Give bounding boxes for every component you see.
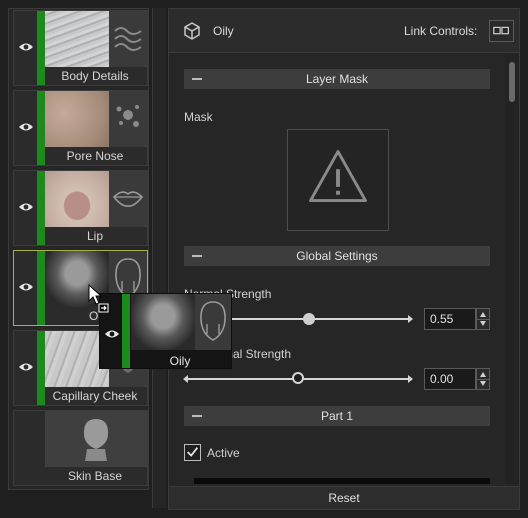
drag-ghost-name: Oily (169, 354, 191, 368)
reset-label: Reset (328, 491, 360, 505)
layer-name: Lip (86, 229, 103, 243)
visibility-eye-icon[interactable] (18, 121, 34, 133)
layer-name: Skin Base (67, 469, 123, 483)
visibility-eye-icon[interactable] (18, 201, 34, 213)
part1-preview-strip (194, 478, 490, 484)
detail-layers-icon (114, 27, 142, 51)
properties-panel: Oily Link Controls: Layer Mask Mask Glob… (168, 8, 520, 510)
spin-down-icon[interactable] (480, 381, 486, 386)
link-icon (493, 26, 509, 35)
layer-type-badge (109, 91, 147, 147)
layer-list-scrollbar[interactable] (152, 8, 166, 508)
visibility-eye-icon (105, 330, 119, 338)
section-layer-mask-header[interactable]: Layer Mask (184, 69, 490, 89)
layer-object-icon (184, 22, 200, 40)
body-details-thumbnail (45, 11, 109, 67)
second-strength-knob[interactable] (292, 372, 304, 384)
layer-color-bar (37, 91, 45, 165)
layer-type-badge (195, 294, 231, 350)
normal-strength-spinner[interactable] (476, 308, 490, 330)
normal-strength-input[interactable] (424, 308, 476, 330)
reset-button[interactable]: Reset (169, 486, 519, 509)
link-controls-label: Link Controls: (404, 24, 478, 38)
active-checkbox[interactable] (184, 444, 201, 461)
layer-item-body-details[interactable]: Body Details (13, 10, 148, 86)
active-label: Active (207, 446, 240, 460)
skin-layer-editor: Body Details Pore Nose Lip Oi Capillary … (0, 0, 528, 518)
spin-up-icon[interactable] (480, 372, 486, 377)
layer-name: Body Details (61, 69, 129, 83)
visibility-eye-icon[interactable] (18, 41, 34, 53)
mouse-cursor-icon (88, 284, 109, 313)
section-part1-header[interactable]: Part 1 (184, 406, 490, 426)
layer-type-badge (109, 171, 147, 227)
layer-list-panel: Body Details Pore Nose Lip Oi Capillary … (8, 8, 149, 490)
layer-color-bar (37, 331, 45, 405)
layer-name: Pore Nose (66, 149, 124, 163)
checkmark-icon (187, 447, 199, 457)
layer-color-bar (37, 11, 45, 85)
pores-icon (116, 105, 139, 127)
properties-header: Oily Link Controls: (169, 9, 519, 53)
second-strength-input[interactable] (424, 368, 476, 390)
skin-base-thumbnail (45, 411, 147, 467)
layer-color-bar (122, 294, 130, 368)
head-mask-icon (200, 301, 226, 341)
section-global-settings-header[interactable]: Global Settings (184, 246, 490, 266)
normal-strength-knob[interactable] (303, 313, 315, 325)
layer-color-bar (37, 171, 45, 245)
link-controls-button[interactable] (489, 20, 514, 42)
mask-image-slot[interactable] (287, 129, 389, 231)
section-title: Global Settings (296, 249, 378, 263)
slider-right-arrow-icon (408, 315, 413, 323)
head-silhouette-icon (83, 419, 109, 461)
section-title: Layer Mask (305, 72, 369, 86)
lip-thumbnail (45, 171, 109, 227)
visibility-eye-icon[interactable] (18, 281, 34, 293)
scrollbar-thumb[interactable] (509, 62, 515, 102)
layer-color-bar (37, 251, 45, 325)
layer-item-lip[interactable]: Lip (13, 170, 148, 246)
section-title: Part 1 (320, 409, 353, 423)
layer-item-pore-nose[interactable]: Pore Nose (13, 90, 148, 166)
pore-nose-thumbnail (45, 91, 109, 147)
layer-item-skin-base[interactable]: Skin Base (13, 410, 148, 486)
lips-icon (112, 191, 144, 207)
properties-scroll-area: Layer Mask Mask Global Settings Normal S… (169, 54, 505, 484)
drag-ghost-layer: Oily (99, 293, 232, 369)
oily-thumbnail (131, 294, 195, 350)
mask-label: Mask (184, 110, 213, 124)
layer-title: Oily (213, 24, 234, 38)
spin-up-icon[interactable] (480, 312, 486, 317)
slider-right-arrow-icon (408, 375, 413, 383)
warning-icon (309, 150, 367, 203)
layer-type-badge (109, 11, 147, 67)
spin-down-icon[interactable] (480, 321, 486, 326)
visibility-eye-icon[interactable] (18, 361, 34, 373)
properties-scrollbar[interactable] (505, 54, 519, 484)
layer-name: Capillary Cheek (52, 389, 138, 403)
second-strength-spinner[interactable] (476, 368, 490, 390)
